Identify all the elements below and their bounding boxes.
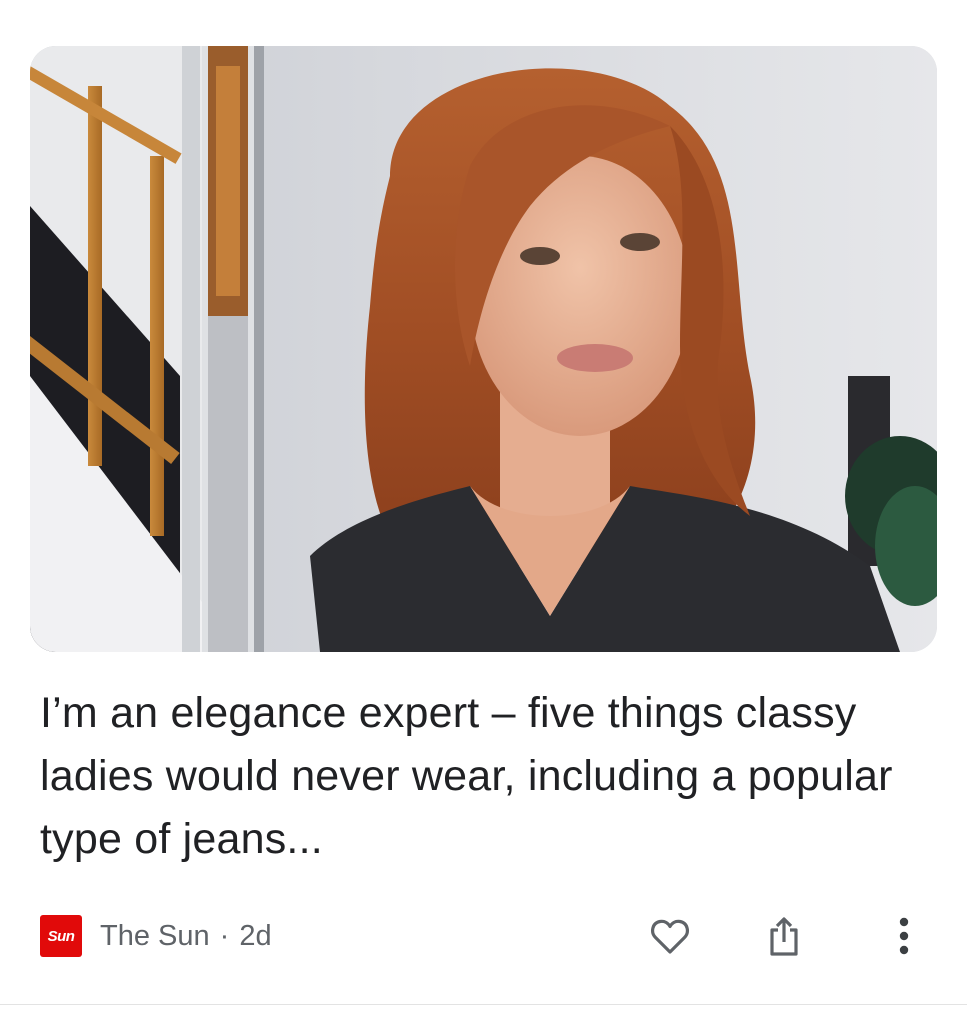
- source-name[interactable]: The Sun: [100, 920, 210, 953]
- share-button[interactable]: [756, 908, 812, 964]
- more-options-button[interactable]: [876, 908, 932, 964]
- source-logo-text: Sun: [47, 927, 75, 945]
- article-meta: Sun The Sun · 2d: [40, 912, 272, 960]
- source-logo: Sun: [40, 915, 82, 957]
- more-vertical-icon: [899, 917, 909, 955]
- article-photo: [30, 46, 937, 652]
- card-divider: [0, 1004, 967, 1005]
- news-article-card[interactable]: I’m an elegance expert – five things cla…: [0, 0, 967, 1024]
- heart-outline-icon: [651, 919, 689, 954]
- meta-separator: ·: [219, 919, 230, 952]
- article-age: 2d: [239, 919, 272, 952]
- article-image[interactable]: [30, 46, 937, 652]
- like-button[interactable]: [642, 908, 698, 964]
- article-headline[interactable]: I’m an elegance expert – five things cla…: [40, 682, 920, 871]
- share-icon: [770, 917, 798, 956]
